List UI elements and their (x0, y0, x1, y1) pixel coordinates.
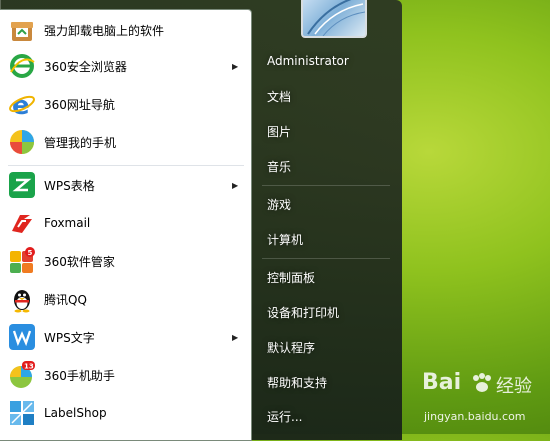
program-label: 强力卸载电脑上的软件 (44, 23, 165, 38)
360-browser-icon (7, 51, 37, 81)
badge-count: 13 (24, 363, 34, 371)
program-item-foxmail[interactable]: Foxmail (0, 205, 251, 241)
program-item-wps-writer[interactable]: WPS文字 ▶ (0, 319, 251, 355)
baidu-jingyan-watermark: Bai 经验 jingyan.baidu.com (420, 370, 550, 434)
right-item-administrator[interactable]: Administrator (256, 47, 396, 75)
badge-count: 5 (28, 249, 33, 257)
program-item-360-nav[interactable]: e 360网址导航 (0, 86, 251, 122)
user-picture-icon (307, 0, 365, 36)
program-label: 腾讯QQ (44, 292, 87, 307)
program-label: 360网址导航 (44, 97, 115, 112)
program-label: Foxmail (44, 216, 91, 230)
watermark-url: jingyan.baidu.com (424, 410, 526, 423)
foxmail-icon (7, 208, 37, 238)
wps-spreadsheet-icon (7, 170, 37, 200)
right-item-pictures[interactable]: 图片 (256, 117, 396, 145)
program-item-wps-spreadsheet[interactable]: WPS表格 ▶ (0, 167, 251, 203)
program-label: 360手机助手 (44, 368, 115, 383)
program-label: WPS表格 (44, 178, 95, 193)
360-phone-assistant-icon: 13 (7, 360, 37, 390)
program-label: WPS文字 (44, 330, 95, 345)
program-item-360-software-manager[interactable]: 5 360软件管家 (0, 243, 251, 279)
program-item-phone-manager[interactable]: 管理我的手机 (0, 124, 251, 160)
separator (8, 165, 244, 166)
right-item-help-support[interactable]: 帮助和支持 (256, 368, 396, 396)
user-avatar[interactable] (301, 0, 367, 38)
qq-penguin-icon (7, 284, 37, 314)
submenu-arrow-icon[interactable]: ▶ (232, 62, 238, 71)
right-item-default-programs[interactable]: 默认程序 (256, 333, 396, 361)
program-label: 360软件管家 (44, 254, 115, 269)
uninstall-box-icon (7, 15, 37, 45)
right-item-music[interactable]: 音乐 (256, 152, 396, 180)
submenu-arrow-icon[interactable]: ▶ (232, 333, 238, 342)
separator (262, 185, 390, 186)
right-item-computer[interactable]: 计算机 (256, 225, 396, 253)
separator (262, 258, 390, 259)
submenu-arrow-icon[interactable]: ▶ (232, 181, 238, 190)
right-item-games[interactable]: 游戏 (256, 190, 396, 218)
watermark-brand: Bai (422, 370, 462, 395)
program-label: 360安全浏览器 (44, 59, 127, 74)
programs-panel: 强力卸载电脑上的软件 360安全浏览器 ▶ e 360网址导航 管理我的手机 W… (0, 9, 252, 441)
right-item-documents[interactable]: 文档 (256, 82, 396, 110)
program-item-uninstall[interactable]: 强力卸载电脑上的软件 (0, 12, 251, 48)
program-item-360-phone-assistant[interactable]: 13 360手机助手 (0, 357, 251, 393)
paw-icon (473, 373, 491, 392)
program-label: 管理我的手机 (44, 135, 117, 150)
program-item-qq[interactable]: 腾讯QQ (0, 281, 251, 317)
phone-manager-icon (7, 127, 37, 157)
ie-e-icon: e (7, 89, 37, 119)
program-label: LabelShop (44, 406, 107, 420)
labelshop-icon (7, 398, 37, 428)
program-item-360-browser[interactable]: 360安全浏览器 ▶ (0, 48, 251, 84)
right-item-control-panel[interactable]: 控制面板 (256, 263, 396, 291)
program-item-labelshop[interactable]: LabelShop (0, 395, 251, 431)
wps-writer-icon (7, 322, 37, 352)
right-item-devices-printers[interactable]: 设备和打印机 (256, 298, 396, 326)
360-software-manager-icon: 5 (7, 246, 37, 276)
right-item-run[interactable]: 运行... (256, 402, 396, 430)
watermark-brand2: 经验 (496, 376, 532, 397)
svg-text:e: e (12, 91, 30, 118)
